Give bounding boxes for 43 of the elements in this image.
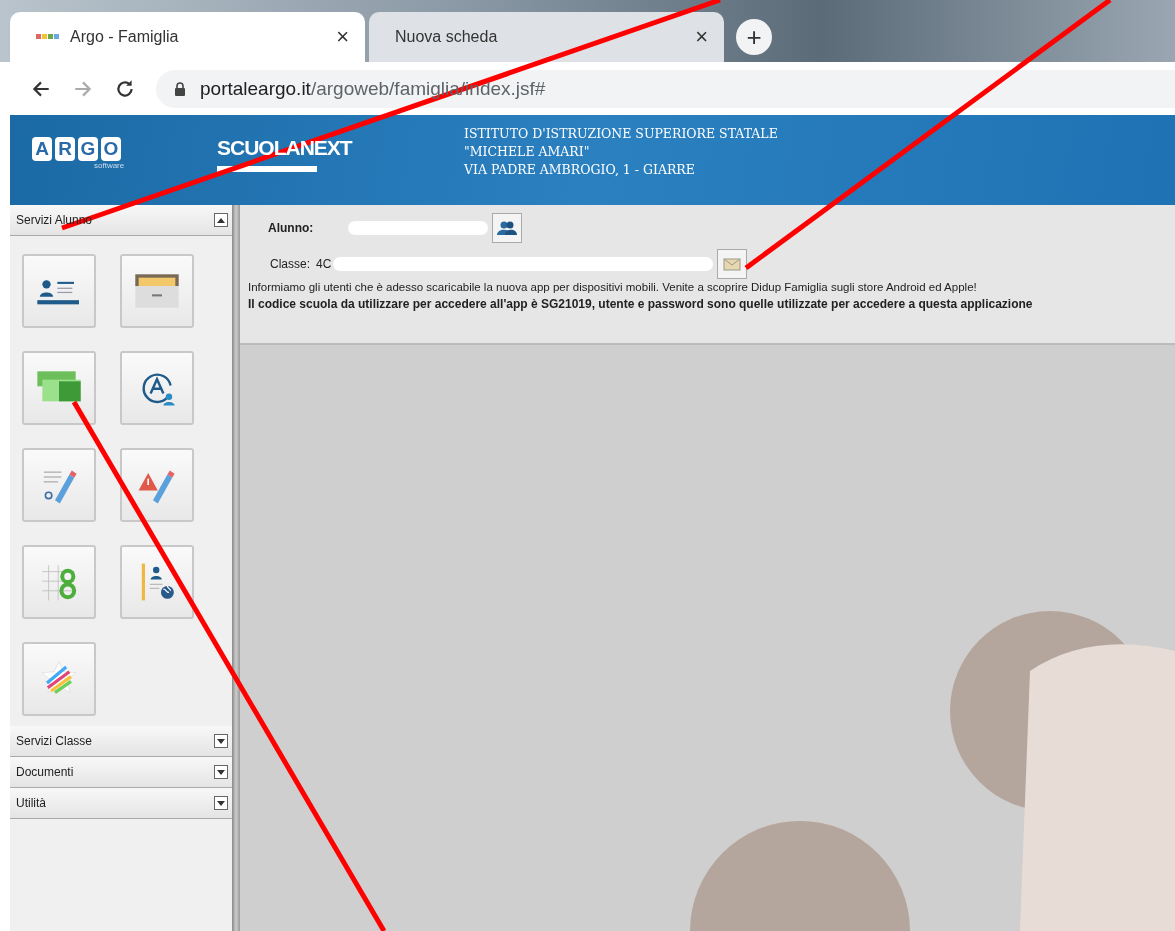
browser-tab[interactable]: Nuova scheda × [369, 12, 724, 62]
browser-tab[interactable]: Argo - Famiglia × [10, 12, 365, 62]
lock-icon [174, 81, 186, 96]
expand-icon[interactable] [214, 734, 228, 748]
class-value: 4C [316, 257, 332, 271]
school-info: ISTITUTO D'ISTRUZIONE SUPERIORE STATALE [464, 125, 778, 143]
service-button[interactable] [22, 254, 96, 328]
school-info: "MICHELE AMARI" [464, 143, 591, 161]
section-header[interactable]: Documenti [10, 757, 232, 788]
logo-subtitle: software [94, 160, 125, 170]
logo-letter: A [32, 136, 52, 161]
notice-text: Informiamo gli utenti che è adesso scaricabile la nuova app per dispositivi mobili. Venite a scoprire Didup Famiglia sugli store Android ed Apple! [248, 280, 978, 295]
close-tab-button[interactable]: × [336, 24, 349, 50]
switch-student-button[interactable] [492, 213, 522, 243]
notice-text: Il codice scuola da utilizzare per accedere all'app è SG21019, utente e password sono quelle utilizzate per accedere a questa applicazione [248, 296, 1034, 313]
service-button[interactable] [120, 545, 194, 619]
class-label: Classe: [269, 257, 310, 271]
expand-icon[interactable] [214, 796, 228, 810]
tab-title: Nuova scheda [395, 28, 499, 46]
student-label: Alunno: [267, 221, 315, 235]
service-button[interactable] [120, 448, 194, 522]
reload-icon[interactable] [114, 77, 136, 100]
close-tab-button[interactable]: × [695, 24, 708, 50]
tab-title: Argo - Famiglia [70, 28, 180, 46]
logo-letter: G [78, 136, 98, 161]
expand-icon[interactable] [214, 765, 228, 779]
drawer-icon [132, 271, 182, 311]
section-header[interactable]: Utilità [10, 788, 232, 819]
new-tab-button[interactable]: + [736, 19, 772, 55]
section-title: Utilità [16, 796, 46, 810]
service-button[interactable] [120, 351, 194, 425]
logo-letter: O [101, 136, 121, 161]
people-icon [497, 220, 517, 236]
school-info: VIA PADRE AMBROGIO, 1 - GIARRE [464, 161, 696, 179]
section-title: Documenti [16, 765, 74, 779]
colored-dots-icon [36, 33, 60, 41]
envelope-icon [722, 256, 743, 272]
section-header[interactable]: Servizi Classe [10, 726, 232, 757]
service-button[interactable] [120, 254, 194, 328]
section-title: Servizi Classe [16, 734, 93, 748]
collapse-icon[interactable] [214, 213, 228, 227]
service-button[interactable] [22, 351, 96, 425]
logo-letter: R [55, 136, 75, 161]
